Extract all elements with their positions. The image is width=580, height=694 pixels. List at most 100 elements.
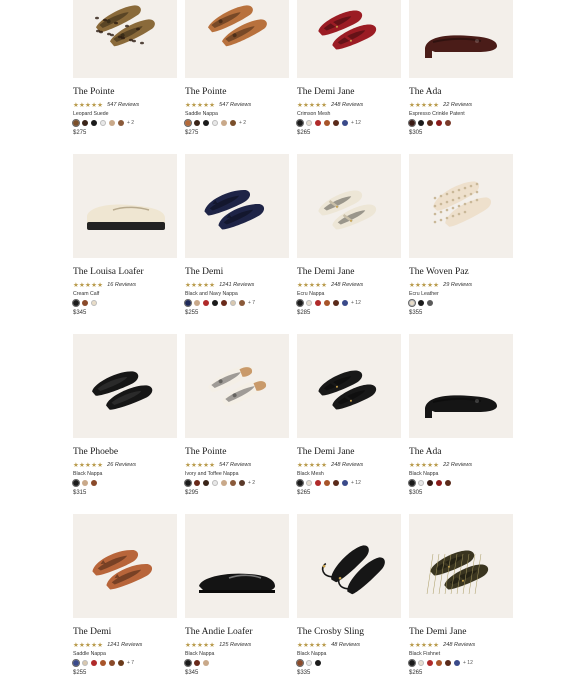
color-swatch[interactable] xyxy=(239,300,245,306)
product-image[interactable] xyxy=(185,154,289,258)
product-image[interactable] xyxy=(185,0,289,78)
review-count[interactable]: 22 Reviews xyxy=(443,462,472,468)
color-swatch[interactable] xyxy=(203,300,209,306)
product-image[interactable] xyxy=(73,154,177,258)
color-swatch[interactable] xyxy=(333,480,339,486)
color-swatch[interactable] xyxy=(324,300,330,306)
color-swatch[interactable] xyxy=(194,120,200,126)
product-card[interactable]: The Pointe ★★★★★ 547 Reviews Leopard Suede +… xyxy=(71,0,177,154)
product-rating[interactable]: ★★★★★ 48 Reviews xyxy=(297,640,401,649)
review-count[interactable]: 125 Reviews xyxy=(219,642,251,648)
product-image[interactable] xyxy=(185,514,289,618)
color-swatch[interactable] xyxy=(324,120,330,126)
product-image[interactable] xyxy=(297,0,401,78)
color-swatch[interactable] xyxy=(230,300,236,306)
product-image[interactable] xyxy=(185,334,289,438)
color-swatch[interactable] xyxy=(333,300,339,306)
review-count[interactable]: 248 Reviews xyxy=(331,282,363,288)
color-swatch[interactable] xyxy=(295,658,305,668)
review-count[interactable]: 547 Reviews xyxy=(107,102,139,108)
product-image[interactable] xyxy=(409,154,513,258)
color-swatch[interactable] xyxy=(436,660,442,666)
review-count[interactable]: 48 Reviews xyxy=(331,642,360,648)
product-card[interactable]: The Woven Paz ★★★★★ 29 Reviews Ecru Leather… xyxy=(407,154,513,334)
color-swatch[interactable] xyxy=(436,480,442,486)
color-swatch[interactable] xyxy=(109,120,115,126)
color-swatch[interactable] xyxy=(333,120,339,126)
color-swatch[interactable] xyxy=(230,120,236,126)
review-count[interactable]: 1241 Reviews xyxy=(219,282,254,288)
product-card[interactable]: The Pointe ★★★★★ 547 Reviews Saddle Nappa + … xyxy=(183,0,289,154)
color-swatch[interactable] xyxy=(342,300,348,306)
product-image[interactable] xyxy=(409,334,513,438)
product-rating[interactable]: ★★★★★ 547 Reviews xyxy=(185,460,289,469)
color-swatch[interactable] xyxy=(418,480,424,486)
color-swatch[interactable] xyxy=(306,300,312,306)
color-swatch[interactable] xyxy=(239,480,245,486)
product-name[interactable]: The Demi xyxy=(185,267,289,278)
product-rating[interactable]: ★★★★★ 248 Reviews xyxy=(297,280,401,289)
color-swatch[interactable] xyxy=(436,120,442,126)
color-swatch[interactable] xyxy=(315,660,321,666)
product-name[interactable]: The Crosby Sling xyxy=(297,627,401,638)
color-swatch[interactable] xyxy=(306,120,312,126)
product-rating[interactable]: ★★★★★ 248 Reviews xyxy=(297,460,401,469)
color-swatch[interactable] xyxy=(91,120,97,126)
product-image[interactable] xyxy=(297,334,401,438)
product-card[interactable]: The Demi ★★★★★ 1241 Reviews Black and Navy … xyxy=(183,154,289,334)
color-swatch[interactable] xyxy=(324,480,330,486)
more-colors-count[interactable]: + 7 xyxy=(127,660,134,666)
product-rating[interactable]: ★★★★★ 22 Reviews xyxy=(409,100,513,109)
product-rating[interactable]: ★★★★★ 248 Reviews xyxy=(409,640,513,649)
color-swatch[interactable] xyxy=(407,298,417,308)
product-name[interactable]: The Ada xyxy=(409,447,513,458)
product-name[interactable]: The Woven Paz xyxy=(409,267,513,278)
product-rating[interactable]: ★★★★★ 16 Reviews xyxy=(73,280,177,289)
color-swatch[interactable] xyxy=(203,660,209,666)
product-image[interactable] xyxy=(73,0,177,78)
color-swatch[interactable] xyxy=(221,120,227,126)
product-rating[interactable]: ★★★★★ 248 Reviews xyxy=(297,100,401,109)
color-swatch[interactable] xyxy=(194,480,200,486)
color-swatch[interactable] xyxy=(306,660,312,666)
color-swatch[interactable] xyxy=(118,120,124,126)
product-name[interactable]: The Louisa Loafer xyxy=(73,267,177,278)
more-colors-count[interactable]: + 12 xyxy=(463,660,473,666)
color-swatch[interactable] xyxy=(91,480,97,486)
color-swatch[interactable] xyxy=(342,480,348,486)
color-swatch[interactable] xyxy=(427,300,433,306)
color-swatch[interactable] xyxy=(230,480,236,486)
color-swatch[interactable] xyxy=(407,118,417,128)
color-swatch[interactable] xyxy=(82,660,88,666)
product-name[interactable]: The Ada xyxy=(409,87,513,98)
more-colors-count[interactable]: + 2 xyxy=(248,480,255,486)
color-swatch[interactable] xyxy=(194,660,200,666)
color-swatch[interactable] xyxy=(183,118,193,128)
product-name[interactable]: The Demi xyxy=(73,627,177,638)
product-rating[interactable]: ★★★★★ 1241 Reviews xyxy=(73,640,177,649)
review-count[interactable]: 248 Reviews xyxy=(331,462,363,468)
product-image[interactable] xyxy=(409,0,513,78)
color-swatch[interactable] xyxy=(418,120,424,126)
product-name[interactable]: The Phoebe xyxy=(73,447,177,458)
color-swatch[interactable] xyxy=(454,660,460,666)
color-swatch[interactable] xyxy=(427,480,433,486)
color-swatch[interactable] xyxy=(295,298,305,308)
color-swatch[interactable] xyxy=(82,300,88,306)
color-swatch[interactable] xyxy=(109,660,115,666)
review-count[interactable]: 547 Reviews xyxy=(219,462,251,468)
product-rating[interactable]: ★★★★★ 29 Reviews xyxy=(409,280,513,289)
color-swatch[interactable] xyxy=(295,118,305,128)
color-swatch[interactable] xyxy=(194,300,200,306)
product-card[interactable]: The Ada ★★★★★ 22 Reviews Black Nappa $305 xyxy=(407,334,513,514)
product-card[interactable]: The Pointe ★★★★★ 547 Reviews Ivory and Toff… xyxy=(183,334,289,514)
more-colors-count[interactable]: + 12 xyxy=(351,300,361,306)
product-image[interactable] xyxy=(409,514,513,618)
product-image[interactable] xyxy=(73,514,177,618)
more-colors-count[interactable]: + 2 xyxy=(127,120,134,126)
color-swatch[interactable] xyxy=(71,298,81,308)
color-swatch[interactable] xyxy=(82,480,88,486)
product-name[interactable]: The Pointe xyxy=(73,87,177,98)
color-swatch[interactable] xyxy=(212,480,218,486)
product-rating[interactable]: ★★★★★ 26 Reviews xyxy=(73,460,177,469)
